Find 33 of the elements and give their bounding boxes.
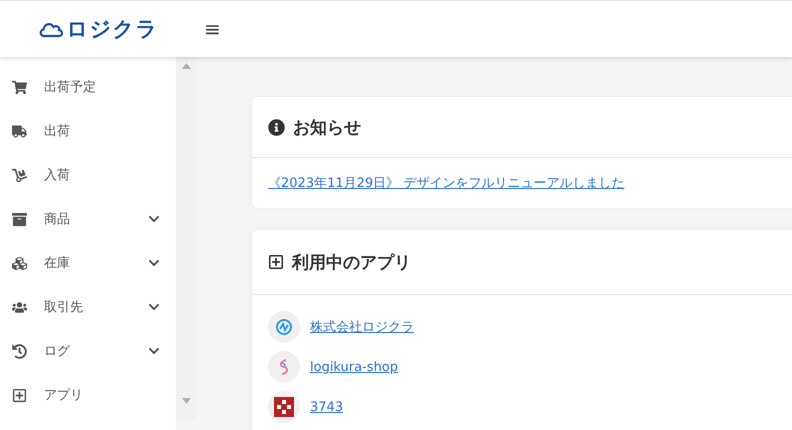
sidebar-item[interactable]: 出荷 (0, 109, 176, 153)
chevron-down-icon (148, 345, 160, 357)
chevron-down-icon (148, 213, 160, 225)
sidebar-item[interactable]: 入荷 (0, 153, 176, 197)
app-link[interactable]: logikura-shop (310, 360, 398, 374)
sidebar-item[interactable]: 出荷予定 (0, 65, 176, 109)
sidebar-item[interactable]: 取引先 (0, 285, 176, 329)
app-link[interactable]: 3743 (310, 400, 344, 414)
chevron-down-icon (148, 301, 160, 313)
card-title: 利用中のアプリ (292, 252, 411, 274)
cloud-logo-icon (38, 20, 64, 38)
archive-box-icon (11, 212, 28, 226)
app-link[interactable]: 株式会社ロジクラ (310, 318, 414, 336)
logo-text: ロジクラ (66, 16, 158, 43)
history-icon (11, 344, 28, 358)
chevron-down-icon (148, 257, 160, 269)
menu-button[interactable]: ≡ (200, 17, 225, 41)
sidebar-item[interactable]: 商品 (0, 197, 176, 241)
sidebar-item[interactable]: ログ (0, 329, 176, 373)
dolly-icon (11, 168, 28, 182)
notice-link[interactable]: 《2023年11月29日》 デザインをフルリニューアルしました (268, 176, 624, 191)
info-icon (268, 118, 285, 136)
cart-icon (11, 80, 28, 94)
sidebar-item[interactable]: 在庫 (0, 241, 176, 285)
users-icon (11, 300, 28, 314)
scroll-up-icon[interactable] (182, 63, 190, 69)
sidebar-item[interactable]: アプリ (0, 373, 176, 417)
card-title: お知らせ (293, 116, 361, 138)
scroll-down-icon[interactable] (182, 398, 190, 404)
wave-logo-icon (275, 318, 293, 336)
dice-logo-icon (274, 397, 294, 417)
truck-icon (11, 124, 28, 138)
boxes-icon (11, 256, 28, 270)
